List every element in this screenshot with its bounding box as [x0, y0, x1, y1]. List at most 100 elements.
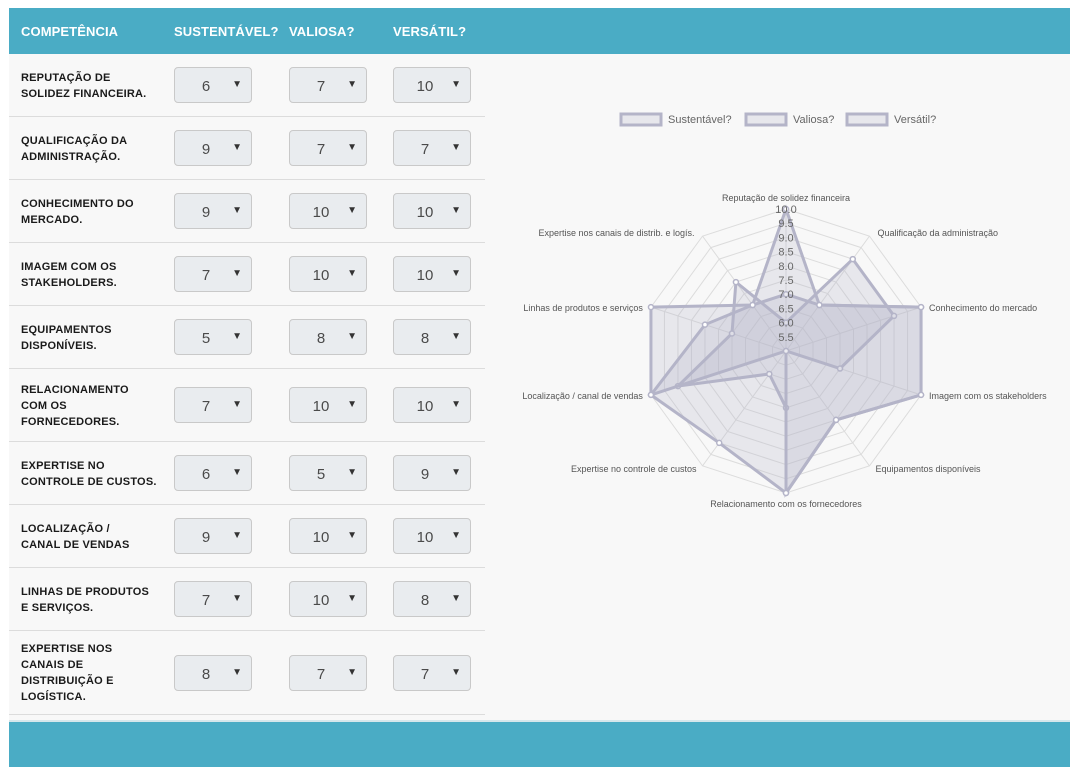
- series-point: [832, 416, 840, 424]
- series-point: [647, 303, 655, 311]
- versatil-select[interactable]: 10 ▼: [393, 387, 471, 423]
- chevron-down-icon: ▼: [232, 530, 242, 541]
- chevron-down-icon: ▼: [347, 399, 357, 410]
- tick-label: 8.0: [778, 261, 793, 273]
- select-value: 8: [316, 330, 326, 347]
- select-value: 7: [316, 78, 326, 95]
- select-value: 9: [201, 141, 211, 158]
- select-value: 10: [312, 592, 330, 609]
- select-value: 7: [201, 592, 211, 609]
- valiosa-select[interactable]: 10 ▼: [289, 581, 367, 617]
- versatil-select[interactable]: 10 ▼: [393, 256, 471, 292]
- table-row: LOCALIZAÇÃO / CANAL DE VENDAS 9 ▼ 10 ▼ 10 ▼: [9, 505, 485, 568]
- radar-svg: 5.5 6.0 6.5 7.0 7.5 8.0 8.5 9.0 9.5 10.0Reputação…: [522, 112, 1047, 509]
- competencia-label: EXPERTISE NOS CANAIS DE DISTRIBUIÇÃO E L…: [21, 643, 114, 703]
- chevron-down-icon: ▼: [451, 667, 461, 678]
- valiosa-select[interactable]: 7 ▼: [289, 67, 367, 103]
- select-value: 7: [420, 141, 430, 158]
- legend-label: Valiosa?: [793, 114, 834, 126]
- chevron-down-icon: ▼: [347, 593, 357, 604]
- select-value: 7: [201, 398, 211, 415]
- sustentavel-select[interactable]: 8 ▼: [174, 655, 252, 691]
- sustentavel-select[interactable]: 7 ▼: [174, 387, 252, 423]
- select-value: 8: [420, 330, 430, 347]
- chevron-down-icon: ▼: [451, 467, 461, 478]
- valiosa-select[interactable]: 8 ▼: [289, 319, 367, 355]
- sustentavel-select[interactable]: 9 ▼: [174, 130, 252, 166]
- versatil-select[interactable]: 10 ▼: [393, 193, 471, 229]
- chevron-down-icon: ▼: [347, 79, 357, 90]
- axis-label: Equipamentos disponíveis: [875, 464, 981, 474]
- series-point: [715, 439, 723, 447]
- legend-label: Versátil?: [894, 114, 936, 126]
- table-row: LINHAS DE PRODUTOS E SERVIÇOS. 7 ▼ 10 ▼ 8 ▼: [9, 568, 485, 631]
- series-point: [849, 255, 857, 263]
- competencia-label: REPUTAÇÃO DE SOLIDEZ FINANCEIRA.: [21, 72, 147, 100]
- sustentavel-select[interactable]: 6 ▼: [174, 67, 252, 103]
- chevron-down-icon: ▼: [451, 268, 461, 279]
- tick-label: 6.0: [778, 318, 793, 330]
- valiosa-select[interactable]: 7 ▼: [289, 130, 367, 166]
- valiosa-select[interactable]: 5 ▼: [289, 455, 367, 491]
- series-point: [647, 391, 655, 399]
- competencia-label: LINHAS DE PRODUTOS E SERVIÇOS.: [21, 586, 150, 614]
- legend-swatch: [845, 112, 889, 127]
- select-value: 10: [416, 78, 434, 95]
- valiosa-select[interactable]: 7 ▼: [289, 655, 367, 691]
- versatil-select[interactable]: 7 ▼: [393, 655, 471, 691]
- select-value: 10: [416, 529, 434, 546]
- select-value: 5: [201, 330, 211, 347]
- versatil-select[interactable]: 8 ▼: [393, 581, 471, 617]
- select-value: 10: [312, 204, 330, 221]
- tick-label: 10.0: [775, 204, 796, 216]
- axis-label: Localização / canal de vendas: [522, 391, 643, 401]
- sustentavel-select[interactable]: 6 ▼: [174, 455, 252, 491]
- versatil-select[interactable]: 10 ▼: [393, 518, 471, 554]
- series-point: [749, 301, 756, 309]
- select-value: 10: [312, 529, 330, 546]
- select-value: 7: [420, 666, 430, 683]
- series-point: [732, 278, 740, 286]
- sustentavel-select[interactable]: 7 ▼: [174, 581, 252, 617]
- valiosa-select[interactable]: 10 ▼: [289, 256, 367, 292]
- series-point: [816, 301, 823, 309]
- versatil-select[interactable]: 9 ▼: [393, 455, 471, 491]
- competencia-label: RELACIONAMENTO COM OS FORNECEDORES.: [21, 384, 129, 428]
- chevron-down-icon: ▼: [232, 331, 242, 342]
- chevron-down-icon: ▼: [232, 467, 242, 478]
- axis-label: Conhecimento do mercado: [929, 303, 1037, 313]
- series-point: [917, 391, 925, 399]
- valiosa-select[interactable]: 10 ▼: [289, 193, 367, 229]
- versatil-select[interactable]: 7 ▼: [393, 130, 471, 166]
- select-value: 7: [316, 141, 326, 158]
- series-point: [782, 489, 790, 497]
- sustentavel-select[interactable]: 7 ▼: [174, 256, 252, 292]
- versatil-select[interactable]: 10 ▼: [393, 67, 471, 103]
- table-row: REPUTAÇÃO DE SOLIDEZ FINANCEIRA. 6 ▼ 7 ▼ 10 ▼: [9, 54, 485, 117]
- axis-label: Expertise no controle de custos: [571, 464, 697, 474]
- select-value: 9: [201, 529, 211, 546]
- competencia-label: EXPERTISE NO CONTROLE DE CUSTOS.: [21, 460, 157, 488]
- chevron-down-icon: ▼: [232, 79, 242, 90]
- chevron-down-icon: ▼: [451, 593, 461, 604]
- sustentavel-select[interactable]: 9 ▼: [174, 518, 252, 554]
- sustentavel-select[interactable]: 5 ▼: [174, 319, 252, 355]
- tick-label: 7.0: [778, 289, 793, 301]
- select-value: 7: [201, 267, 211, 284]
- select-value: 5: [316, 466, 326, 483]
- legend-label: Sustentável?: [668, 114, 732, 126]
- chevron-down-icon: ▼: [451, 331, 461, 342]
- axis-label: Linhas de produtos e serviços: [523, 303, 643, 313]
- valiosa-select[interactable]: 10 ▼: [289, 387, 367, 423]
- sustentavel-select[interactable]: 9 ▼: [174, 193, 252, 229]
- table-row: RELACIONAMENTO COM OS FORNECEDORES. 7 ▼ 10 ▼…: [9, 369, 485, 442]
- chevron-down-icon: ▼: [347, 467, 357, 478]
- chevron-down-icon: ▼: [451, 79, 461, 90]
- legend-swatch: [744, 112, 788, 127]
- competencia-table: REPUTAÇÃO DE SOLIDEZ FINANCEIRA. 6 ▼ 7 ▼ 10 ▼ Q…: [9, 54, 485, 715]
- tick-label: 9.0: [778, 232, 793, 244]
- versatil-select[interactable]: 8 ▼: [393, 319, 471, 355]
- valiosa-select[interactable]: 10 ▼: [289, 518, 367, 554]
- tick-label: 9.5: [778, 218, 793, 230]
- select-value: 8: [201, 666, 211, 683]
